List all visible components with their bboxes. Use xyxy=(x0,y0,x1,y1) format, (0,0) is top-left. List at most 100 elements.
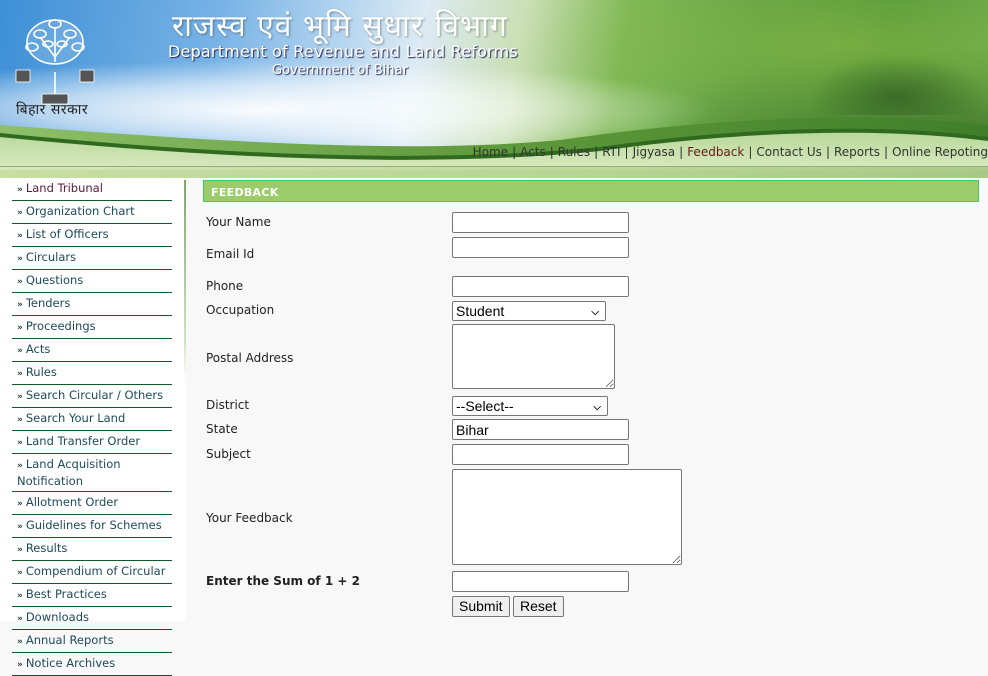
double-chevron-icon: » xyxy=(17,231,23,241)
sidebar-item-link[interactable]: Compendium of Circular xyxy=(26,564,166,578)
sidebar-item-link[interactable]: List of Officers xyxy=(26,227,109,241)
nav-separator: | xyxy=(884,145,889,159)
sidebar-item-link[interactable]: Circulars xyxy=(26,250,76,264)
nav-rti[interactable]: RTI xyxy=(602,145,620,159)
sidebar-item[interactable]: » List of Officers xyxy=(12,224,172,247)
section-heading: FEEDBACK xyxy=(203,180,979,202)
sidebar-item[interactable]: » Circulars xyxy=(12,247,172,270)
sidebar-item[interactable]: » Proceedings xyxy=(12,316,172,339)
sidebar-item-link[interactable]: Rules xyxy=(26,365,57,379)
sidebar-item-link[interactable]: Questions xyxy=(26,273,83,287)
sidebar-item-link[interactable]: Search Circular / Others xyxy=(26,388,163,402)
chevron-down-icon: ⌵ xyxy=(593,402,601,413)
sidebar-item[interactable]: » Results xyxy=(12,538,172,561)
sidebar-item[interactable]: » Guidelines for Schemes xyxy=(12,515,172,538)
sidebar-item-link[interactable]: Downloads xyxy=(26,610,89,624)
department-title-hindi: राजस्व एवं भूमि सुधार विभाग xyxy=(172,9,508,44)
double-chevron-icon: » xyxy=(17,300,23,310)
double-chevron-icon: » xyxy=(17,660,23,670)
nav-online-reporting[interactable]: Online Repoting xyxy=(892,145,988,159)
sidebar-item[interactable]: » Search Circular / Others xyxy=(12,385,172,408)
sidebar-item-link[interactable]: Allotment Order xyxy=(26,495,118,509)
district-selected-value: --Select-- xyxy=(456,398,514,414)
sidebar-item[interactable]: » Tenders xyxy=(12,293,172,316)
double-chevron-icon: » xyxy=(17,461,23,471)
sidebar-item-link[interactable]: Land Transfer Order xyxy=(26,434,140,448)
double-chevron-icon: » xyxy=(17,522,23,532)
sidebar-divider xyxy=(184,180,186,380)
email-input[interactable] xyxy=(452,237,629,258)
sidebar-item-link[interactable]: Proceedings xyxy=(26,319,96,333)
nav-acts[interactable]: Acts xyxy=(520,145,546,159)
occupation-selected-value: Student xyxy=(456,303,505,319)
sidebar-item-link[interactable]: Acts xyxy=(26,342,51,356)
double-chevron-icon: » xyxy=(17,185,23,195)
government-subtitle: Government of Bihar xyxy=(272,63,408,78)
sidebar-menu: » Land Tribunal» Organization Chart» List o… xyxy=(12,178,172,676)
feedback-textarea[interactable] xyxy=(452,469,682,565)
feedback-label: Your Feedback xyxy=(206,511,293,525)
occupation-select[interactable]: Student ⌵ xyxy=(452,301,606,321)
postal-address-textarea[interactable] xyxy=(452,324,615,389)
sidebar: » Land Tribunal» Organization Chart» List o… xyxy=(0,178,186,676)
double-chevron-icon: » xyxy=(17,323,23,333)
sidebar-item-link[interactable]: Land Tribunal xyxy=(26,181,103,195)
sidebar-item[interactable]: » Questions xyxy=(12,270,172,293)
sidebar-item[interactable]: » Best Practices xyxy=(12,584,172,607)
sidebar-item-link[interactable]: Guidelines for Schemes xyxy=(26,518,162,532)
reset-button[interactable]: Reset xyxy=(513,596,564,617)
state-input[interactable] xyxy=(452,419,629,440)
sidebar-item[interactable]: » Organization Chart xyxy=(12,201,172,224)
sidebar-item[interactable]: » Search Your Land xyxy=(12,408,172,431)
sidebar-item-link[interactable]: Best Practices xyxy=(26,587,107,601)
nav-separator: | xyxy=(549,145,554,159)
sidebar-item[interactable]: » Land Transfer Order xyxy=(12,431,172,454)
submit-button[interactable]: Submit xyxy=(452,596,510,617)
nav-separator: | xyxy=(679,145,684,159)
nav-rules[interactable]: Rules xyxy=(558,145,590,159)
sidebar-item[interactable]: » Allotment Order xyxy=(12,492,172,515)
double-chevron-icon: » xyxy=(17,545,23,555)
email-label: Email Id xyxy=(206,247,255,261)
sidebar-item[interactable]: » Acts xyxy=(12,339,172,362)
phone-input[interactable] xyxy=(452,276,629,297)
sidebar-item-link[interactable]: Annual Reports xyxy=(26,633,114,647)
sidebar-item-link[interactable]: Notice Archives xyxy=(26,656,115,670)
nav-separator: | xyxy=(748,145,753,159)
double-chevron-icon: » xyxy=(17,499,23,509)
sidebar-item-link[interactable]: Organization Chart xyxy=(26,204,135,218)
top-navigation: Home | Acts | Rules | RTI | Jigyasa | Feedback | Con… xyxy=(473,145,988,159)
nav-feedback[interactable]: Feedback xyxy=(687,145,744,159)
sidebar-item-link[interactable]: Tenders xyxy=(26,296,71,310)
name-input[interactable] xyxy=(452,212,629,233)
captcha-input[interactable] xyxy=(452,571,629,592)
double-chevron-icon: » xyxy=(17,254,23,264)
subject-input[interactable] xyxy=(452,444,629,465)
sidebar-item-link[interactable]: Land Acquisition Notification xyxy=(17,457,121,488)
nav-jigyasa[interactable]: Jigyasa xyxy=(633,145,676,159)
district-select[interactable]: --Select-- ⌵ xyxy=(452,396,608,416)
name-label: Your Name xyxy=(206,215,271,229)
sidebar-item[interactable]: » Land Tribunal xyxy=(12,178,172,201)
sidebar-item[interactable]: » Rules xyxy=(12,362,172,385)
sidebar-item[interactable]: » Downloads xyxy=(12,607,172,630)
phone-label: Phone xyxy=(206,279,244,293)
chevron-down-icon: ⌵ xyxy=(591,307,599,318)
double-chevron-icon: » xyxy=(17,277,23,287)
nav-home[interactable]: Home xyxy=(473,145,508,159)
sidebar-item[interactable]: » Compendium of Circular xyxy=(12,561,172,584)
feedback-form-area: FEEDBACK Your Name Email Id Phone Occupa… xyxy=(196,178,988,621)
sidebar-item-link[interactable]: Search Your Land xyxy=(26,411,125,425)
sidebar-item[interactable]: » Land Acquisition Notification xyxy=(12,454,172,492)
site-header: बिहार सरकार राजस्व एवं भूमि सुधार विभाग … xyxy=(0,0,988,170)
nav-reports[interactable]: Reports xyxy=(834,145,880,159)
occupation-label: Occupation xyxy=(206,303,275,317)
sidebar-item[interactable]: » Notice Archives xyxy=(12,653,172,676)
address-label: Postal Address xyxy=(206,351,294,365)
header-bottom-band xyxy=(0,170,988,178)
sidebar-item[interactable]: » Annual Reports xyxy=(12,630,172,653)
sidebar-item-link[interactable]: Results xyxy=(26,541,68,555)
nav-contact-us[interactable]: Contact Us xyxy=(756,145,822,159)
district-label: District xyxy=(206,398,250,412)
double-chevron-icon: » xyxy=(17,369,23,379)
